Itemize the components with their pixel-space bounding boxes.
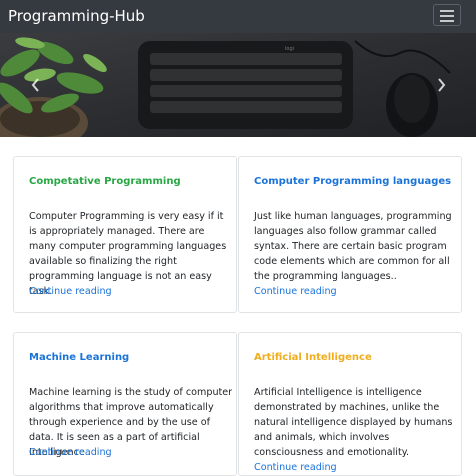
card-title: Competative Programming [29, 176, 181, 187]
card-title: Computer Programming languages [254, 176, 452, 187]
svg-text:logi: logi [285, 46, 294, 52]
card-machine-learning: Machine Learning Machine learning is the… [13, 332, 237, 476]
card-artificial-intelligence: Artificial Intelligence Artificial Intel… [238, 332, 462, 476]
card-competitive-programming: Competative Programming Computer Program… [13, 156, 237, 313]
carousel-image: logi [0, 33, 476, 137]
card-programming-languages: Computer Programming languages Just like… [238, 156, 462, 313]
card-title: Artificial Intelligence [254, 352, 372, 363]
continue-reading-link[interactable]: Continue reading [254, 460, 337, 475]
navbar-brand[interactable]: Programming-Hub [8, 7, 145, 25]
continue-reading-link[interactable]: Continue reading [29, 445, 112, 460]
card-text: Artificial Intelligence is intelligence … [254, 387, 453, 458]
navbar-toggler-button[interactable] [433, 4, 461, 26]
card-title: Machine Learning [29, 352, 130, 363]
card-text: Just like human languages, programming l… [254, 211, 452, 282]
hero-carousel: logi [0, 33, 476, 137]
continue-reading-link[interactable]: Continue reading [29, 284, 112, 299]
continue-reading-link[interactable]: Continue reading [254, 284, 337, 299]
top-navbar: Programming-Hub [0, 0, 476, 33]
